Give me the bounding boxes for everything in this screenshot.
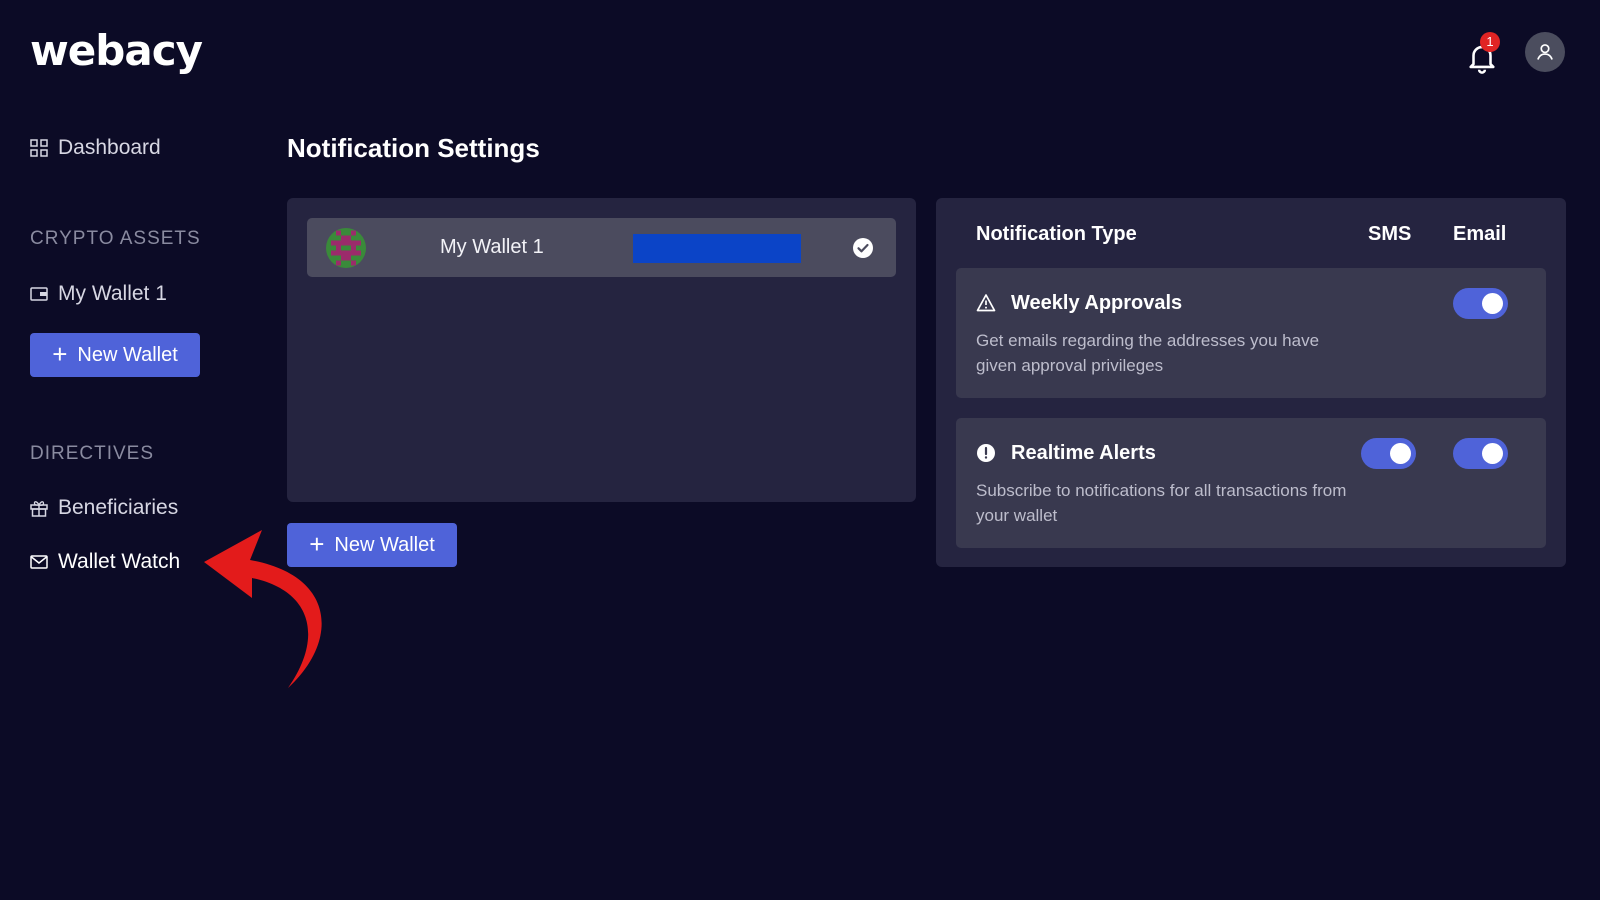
notification-settings-panel: Notification Type SMS Email Weekly Appro… bbox=[936, 198, 1566, 567]
notification-description: Get emails regarding the addresses you h… bbox=[976, 331, 1320, 375]
wallet-list-item[interactable]: My Wallet 1 bbox=[307, 218, 896, 277]
column-header-sms: SMS bbox=[1368, 223, 1412, 245]
toggle-knob bbox=[1482, 443, 1503, 464]
column-header-notification-type: Notification Type bbox=[976, 223, 1137, 245]
wallet-icon bbox=[30, 285, 48, 303]
sidebar-item-dashboard[interactable]: Dashboard bbox=[30, 136, 161, 160]
user-icon bbox=[1537, 44, 1553, 60]
sidebar-item-label: Wallet Watch bbox=[58, 550, 181, 573]
sidebar-item-my-wallet-1[interactable]: My Wallet 1 bbox=[30, 282, 167, 306]
notification-count-badge: 1 bbox=[1480, 32, 1500, 52]
sidebar-new-wallet-button[interactable]: + New Wallet bbox=[30, 333, 200, 377]
gift-icon bbox=[30, 499, 48, 517]
crypto-assets-section-title: CRYPTO ASSETS bbox=[30, 228, 201, 249]
wallet-list-panel: My Wallet 1 bbox=[287, 198, 916, 502]
realtime-alerts-email-toggle[interactable] bbox=[1453, 438, 1508, 469]
notification-description: Subscribe to notifications for all trans… bbox=[976, 481, 1347, 525]
toggle-knob bbox=[1482, 293, 1503, 314]
notification-card-realtime-alerts: Realtime Alerts Subscribe to notificatio… bbox=[956, 418, 1546, 548]
directives-section-title: DIRECTIVES bbox=[30, 443, 155, 464]
app-window: webacy 1 Dashboard CRYPTO ASSETS My Wall… bbox=[0, 0, 1600, 900]
notification-title: Realtime Alerts bbox=[1011, 442, 1156, 464]
annotation-arrow-icon bbox=[204, 530, 322, 688]
column-header-email: Email bbox=[1453, 223, 1507, 245]
new-wallet-label: New Wallet bbox=[334, 533, 435, 556]
mail-icon bbox=[30, 553, 48, 571]
grid-icon bbox=[30, 139, 48, 157]
alert-circle-icon bbox=[977, 444, 995, 462]
sidebar-item-wallet-watch[interactable]: Wallet Watch bbox=[30, 550, 180, 574]
sidebar-item-label: Dashboard bbox=[58, 136, 161, 159]
sidebar-item-label: Beneficiaries bbox=[58, 496, 179, 519]
notification-title: Weekly Approvals bbox=[1011, 292, 1183, 314]
realtime-alerts-sms-toggle[interactable] bbox=[1361, 438, 1416, 469]
redacted-wallet-address bbox=[633, 234, 801, 263]
page-title: Notification Settings bbox=[287, 133, 540, 163]
warning-triangle-icon bbox=[976, 294, 996, 312]
notification-card-weekly-approvals: Weekly Approvals Get emails regarding th… bbox=[956, 268, 1546, 398]
sidebar-item-label: My Wallet 1 bbox=[58, 282, 167, 305]
plus-icon: + bbox=[52, 339, 68, 369]
weekly-approvals-email-toggle[interactable] bbox=[1453, 288, 1508, 319]
new-wallet-label: New Wallet bbox=[77, 343, 178, 366]
wallet-name: My Wallet 1 bbox=[440, 236, 544, 258]
toggle-knob bbox=[1390, 443, 1411, 464]
webacy-logo[interactable]: webacy bbox=[30, 26, 203, 75]
check-circle-icon bbox=[853, 238, 873, 258]
user-avatar-button[interactable] bbox=[1525, 32, 1565, 72]
wallet-identicon bbox=[326, 228, 366, 268]
sidebar-item-beneficiaries[interactable]: Beneficiaries bbox=[30, 496, 178, 520]
